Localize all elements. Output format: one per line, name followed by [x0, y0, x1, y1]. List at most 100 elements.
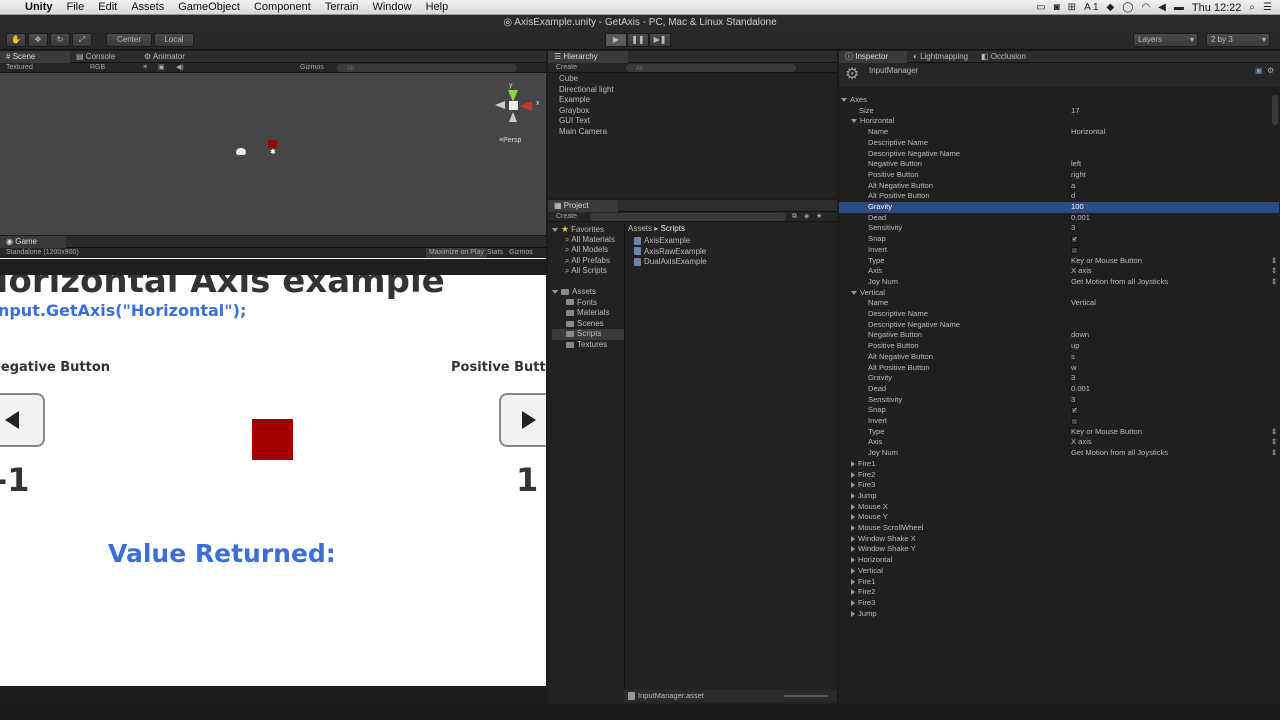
vertical-type-value[interactable]: Key or Mouse Button — [1071, 427, 1142, 438]
game-gizmos-dropdown[interactable]: Gizmos — [509, 248, 533, 258]
a1-icon[interactable]: A 1 — [1084, 2, 1098, 13]
axis-foldout-collapsed[interactable]: Mouse Y — [839, 512, 1279, 523]
render-mode-dropdown[interactable]: RGB — [90, 63, 105, 73]
horizontal-invert-row[interactable]: Invert — [839, 245, 1279, 256]
help-book-icon[interactable]: ▣ — [1255, 66, 1263, 75]
horizontal-name-row[interactable]: Name Horizontal — [839, 127, 1279, 138]
horizontal-negative-button-value[interactable]: left — [1071, 159, 1081, 170]
asset-folder-item[interactable]: Fonts — [552, 298, 624, 309]
zoom-slider[interactable] — [784, 695, 828, 697]
vertical-positive-button-value[interactable]: up — [1071, 341, 1079, 352]
tab-scene[interactable]: # Scene — [0, 51, 70, 63]
horizontal-dead-row[interactable]: Dead 0.001 — [839, 213, 1279, 224]
favorites-item[interactable]: ⌕ All Prefabs — [552, 256, 624, 267]
layers-dropdown[interactable]: Layers ▾ — [1133, 33, 1198, 47]
horizontal-type-value[interactable]: Key or Mouse Button — [1071, 256, 1142, 267]
hierarchy-search-input[interactable]: All — [626, 64, 796, 72]
vertical-descriptive-negative-name-row[interactable]: Descriptive Negative Name — [839, 320, 1279, 331]
axis-foldout-collapsed[interactable]: Window Shake Y — [839, 544, 1279, 555]
shading-mode-dropdown[interactable]: Textured — [6, 63, 33, 73]
horizontal-invert-checkbox[interactable] — [1071, 246, 1078, 254]
vertical-invert-checkbox[interactable] — [1071, 418, 1078, 425]
horizontal-sensitivity-value[interactable]: 3 — [1071, 223, 1075, 234]
vertical-positive-button-row[interactable]: Positive Button up — [839, 341, 1279, 352]
axis-foldout-collapsed[interactable]: Jump — [839, 491, 1279, 502]
gizmo-negy-arrow[interactable] — [509, 112, 517, 122]
horizontal-axis-row[interactable]: Axis X axis ⇕ — [839, 266, 1279, 277]
menu-edit[interactable]: Edit — [91, 0, 124, 15]
horizontal-axis-value[interactable]: X axis — [1071, 266, 1092, 277]
favorite-icon[interactable]: ★ — [816, 212, 822, 222]
vertical-sensitivity-value[interactable]: 3 — [1071, 395, 1075, 406]
horizontal-type-row[interactable]: Type Key or Mouse Button ⇕ — [839, 256, 1279, 267]
vertical-name-value[interactable]: Vertical — [1071, 298, 1096, 309]
scale-tool-icon[interactable]: ⤢ — [72, 33, 92, 47]
camera-icon[interactable]: ◙ — [1054, 2, 1060, 13]
gizmo-negx-arrow[interactable] — [495, 101, 505, 109]
settings-gear-icon[interactable]: ⚙ — [1267, 66, 1274, 75]
resolution-dropdown[interactable]: Standalone (1200x900) — [6, 248, 79, 258]
menu-component[interactable]: Component — [247, 0, 318, 15]
horizontal-descriptive-negative-name-row[interactable]: Descriptive Negative Name — [839, 149, 1279, 160]
tab-project[interactable]: ▦ Project — [548, 200, 618, 212]
filter-type-icon[interactable]: ⧉ — [792, 212, 797, 222]
vertical-alt-negative-button-row[interactable]: Alt Negative Button s — [839, 352, 1279, 363]
pivot-local-button[interactable]: Local — [154, 33, 194, 47]
display-icon[interactable]: ▭ — [1036, 2, 1045, 13]
menu-file[interactable]: File — [60, 0, 92, 15]
gizmo-center[interactable] — [509, 101, 518, 110]
horizontal-snap-row[interactable]: Snap ✓ — [839, 234, 1279, 245]
vertical-invert-row[interactable]: Invert — [839, 416, 1279, 427]
axis-foldout-collapsed[interactable]: Fire3 — [839, 598, 1279, 609]
hierarchy-item[interactable]: Example — [559, 95, 614, 106]
axis-foldout-collapsed[interactable]: Fire3 — [839, 480, 1279, 491]
vertical-negative-button-value[interactable]: down — [1071, 330, 1089, 341]
axis-foldout-collapsed[interactable]: Fire2 — [839, 470, 1279, 481]
axes-foldout[interactable]: Axes — [839, 95, 1279, 106]
filter-label-icon[interactable]: ◈ — [804, 212, 809, 222]
clock[interactable]: Thu 12:22 — [1192, 2, 1242, 14]
vertical-foldout[interactable]: Vertical — [839, 288, 1279, 299]
axis-foldout-collapsed[interactable]: Fire1 — [839, 459, 1279, 470]
inspector-scrollbar[interactable] — [1272, 95, 1278, 125]
favorites-header[interactable]: ★ Favorites — [552, 224, 624, 235]
hierarchy-item[interactable]: Cube — [559, 74, 614, 85]
hierarchy-item[interactable]: Directional light — [559, 85, 614, 96]
horizontal-snap-checkbox[interactable]: ✓ — [1071, 236, 1078, 244]
project-create-dropdown[interactable]: Create — [556, 212, 577, 222]
tab-lightmapping[interactable]: ◐ Lightmapping — [907, 51, 974, 63]
rotate-tool-icon[interactable]: ↻ — [50, 33, 70, 47]
lock-icon[interactable]: ⊞ — [1068, 2, 1076, 13]
favorites-item[interactable]: ⌕ All Scripts — [552, 266, 624, 277]
positive-arrow-button[interactable] — [499, 393, 546, 447]
tab-console[interactable]: ▤ Console — [70, 51, 121, 63]
script-file-item[interactable]: DualAxisExample — [634, 257, 707, 268]
scene-viewport[interactable]: ✱ y x ≡Persp — [0, 74, 546, 235]
vertical-name-row[interactable]: Name Vertical — [839, 298, 1279, 309]
hand-tool-icon[interactable]: ✋ — [6, 33, 26, 47]
lighting-toggle-icon[interactable]: ☀ — [142, 63, 148, 73]
vertical-snap-row[interactable]: Snap ✓ — [839, 405, 1279, 416]
spotlight-icon[interactable]: ⌕ — [1249, 2, 1255, 13]
timer-icon[interactable]: ◯ — [1122, 2, 1133, 13]
hierarchy-item[interactable]: Graybox — [559, 106, 614, 117]
vertical-negative-button-row[interactable]: Negative Button down — [839, 330, 1279, 341]
vertical-axis-row[interactable]: Axis X axis ⇕ — [839, 437, 1279, 448]
horizontal-name-value[interactable]: Horizontal — [1071, 127, 1105, 138]
horizontal-foldout[interactable]: Horizontal — [839, 116, 1279, 127]
asset-folder-item[interactable]: Textures — [552, 340, 624, 351]
favorites-item[interactable]: ⌕ All Materials — [552, 235, 624, 246]
light-gizmo-icon[interactable] — [236, 148, 246, 155]
horizontal-dead-value[interactable]: 0.001 — [1071, 213, 1090, 224]
assets-header[interactable]: Assets — [552, 287, 624, 298]
cube-object[interactable] — [268, 140, 277, 148]
horizontal-joy-num-value[interactable]: Get Motion from all Joysticks — [1071, 277, 1168, 288]
vertical-alt-positive-button-row[interactable]: Alt Positive Button w — [839, 363, 1279, 374]
vertical-alt-positive-button-value[interactable]: w — [1071, 363, 1076, 374]
menu-window[interactable]: Window — [365, 0, 418, 15]
layout-dropdown[interactable]: 2 by 3 ▾ — [1206, 33, 1270, 47]
horizontal-negative-button-row[interactable]: Negative Button left — [839, 159, 1279, 170]
axis-foldout-collapsed[interactable]: Mouse ScrollWheel — [839, 523, 1279, 534]
tab-game[interactable]: ◉ Game — [0, 236, 66, 248]
app-menu[interactable]: Unity — [18, 0, 60, 15]
